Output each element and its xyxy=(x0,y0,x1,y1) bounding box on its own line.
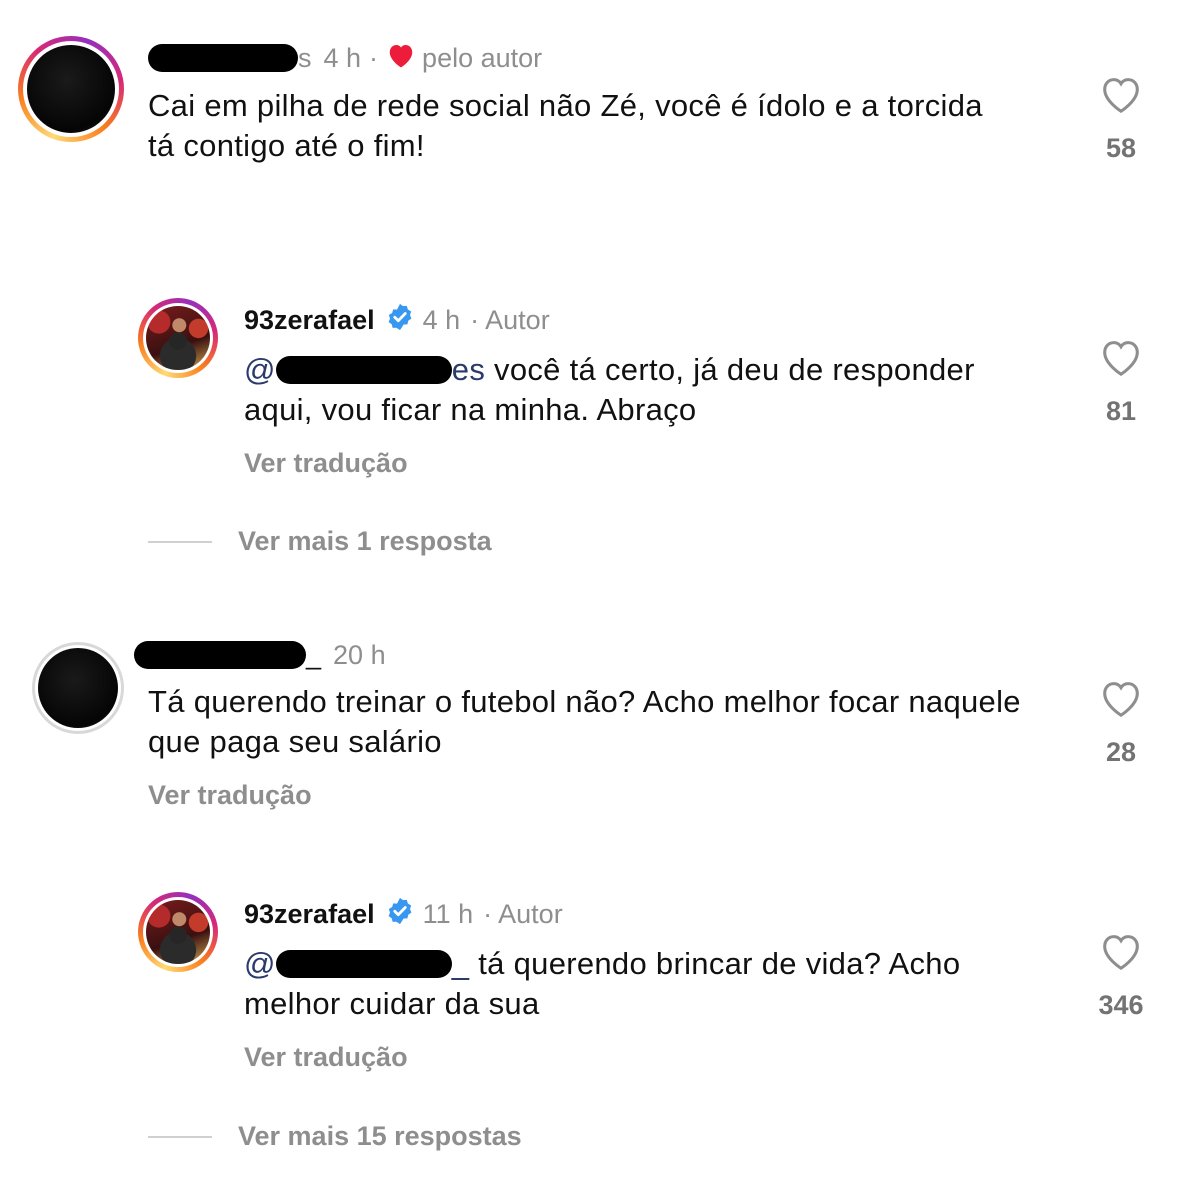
separator: · xyxy=(369,42,379,73)
heart-filled-icon xyxy=(386,41,416,76)
see-translation-link[interactable]: Ver tradução xyxy=(148,780,312,811)
heart-outline-icon[interactable] xyxy=(1098,78,1144,120)
see-translation-link[interactable]: Ver tradução xyxy=(244,448,408,479)
view-more-label: Ver mais 15 respostas xyxy=(238,1121,522,1151)
comment-header: 93zerafael 11 h · Autor xyxy=(244,896,563,932)
like-control: 58 xyxy=(1086,72,1156,164)
comment-text: @ es você tá certo, já deu de responder a… xyxy=(244,350,1044,430)
see-translation-link[interactable]: Ver tradução xyxy=(244,1042,408,1073)
view-more-replies-button[interactable]: Ver mais 1 resposta xyxy=(148,526,492,557)
like-control: 28 xyxy=(1086,676,1156,768)
view-more-replies-button[interactable]: Ver mais 15 respostas xyxy=(148,1121,522,1152)
author-label: · Autor xyxy=(470,304,550,335)
comment-text: Tá querendo treinar o futebol não? Acho … xyxy=(148,684,1021,759)
liked-by-author-label: pelo autor xyxy=(422,42,543,73)
mention[interactable]: @ _ xyxy=(244,946,469,981)
comment-text: Cai em pilha de rede social não Zé, você… xyxy=(148,88,983,163)
avatar[interactable] xyxy=(32,642,124,734)
avatar[interactable] xyxy=(138,892,218,972)
heart-outline-icon[interactable] xyxy=(1098,935,1144,977)
username-suffix[interactable]: s xyxy=(298,43,312,74)
username[interactable]: 93zerafael xyxy=(244,899,375,930)
username[interactable]: 93zerafael xyxy=(244,305,375,336)
timestamp: 20 h xyxy=(333,639,386,670)
username-suffix[interactable]: _ xyxy=(306,640,321,671)
author-label: · Autor xyxy=(483,898,563,929)
comment-header: 93zerafael 4 h · Autor xyxy=(244,302,550,338)
redacted-username xyxy=(134,641,306,669)
comments-panel: s 4 h · pelo autor Cai em pilha de rede … xyxy=(0,0,1200,1193)
heart-outline-icon[interactable] xyxy=(1098,682,1144,724)
divider-line xyxy=(148,540,212,543)
like-count: 81 xyxy=(1105,396,1137,426)
like-count: 58 xyxy=(1105,133,1137,163)
comment-text: @ _ tá querendo brincar de vida? Acho mel… xyxy=(244,944,1044,1024)
timestamp: 4 h xyxy=(422,304,461,335)
divider-line xyxy=(148,1135,212,1138)
redacted-mention xyxy=(275,356,452,384)
view-more-label: Ver mais 1 resposta xyxy=(238,526,492,556)
like-control: 81 xyxy=(1086,335,1156,427)
verified-badge-icon xyxy=(385,896,415,933)
timestamp: 4 h xyxy=(323,42,362,73)
timestamp: 11 h xyxy=(422,898,474,929)
mention[interactable]: @ es xyxy=(244,352,485,387)
like-count: 28 xyxy=(1105,737,1137,767)
comment-header: s 4 h · pelo autor xyxy=(148,40,542,76)
heart-outline-icon[interactable] xyxy=(1098,341,1144,383)
verified-badge-icon xyxy=(385,302,415,339)
redacted-username xyxy=(148,44,298,72)
comment-header: _ 20 h xyxy=(134,637,386,673)
avatar[interactable] xyxy=(138,298,218,378)
avatar[interactable] xyxy=(18,36,124,142)
like-control: 346 xyxy=(1086,929,1156,1021)
redacted-mention xyxy=(275,950,452,978)
like-count: 346 xyxy=(1098,990,1144,1020)
